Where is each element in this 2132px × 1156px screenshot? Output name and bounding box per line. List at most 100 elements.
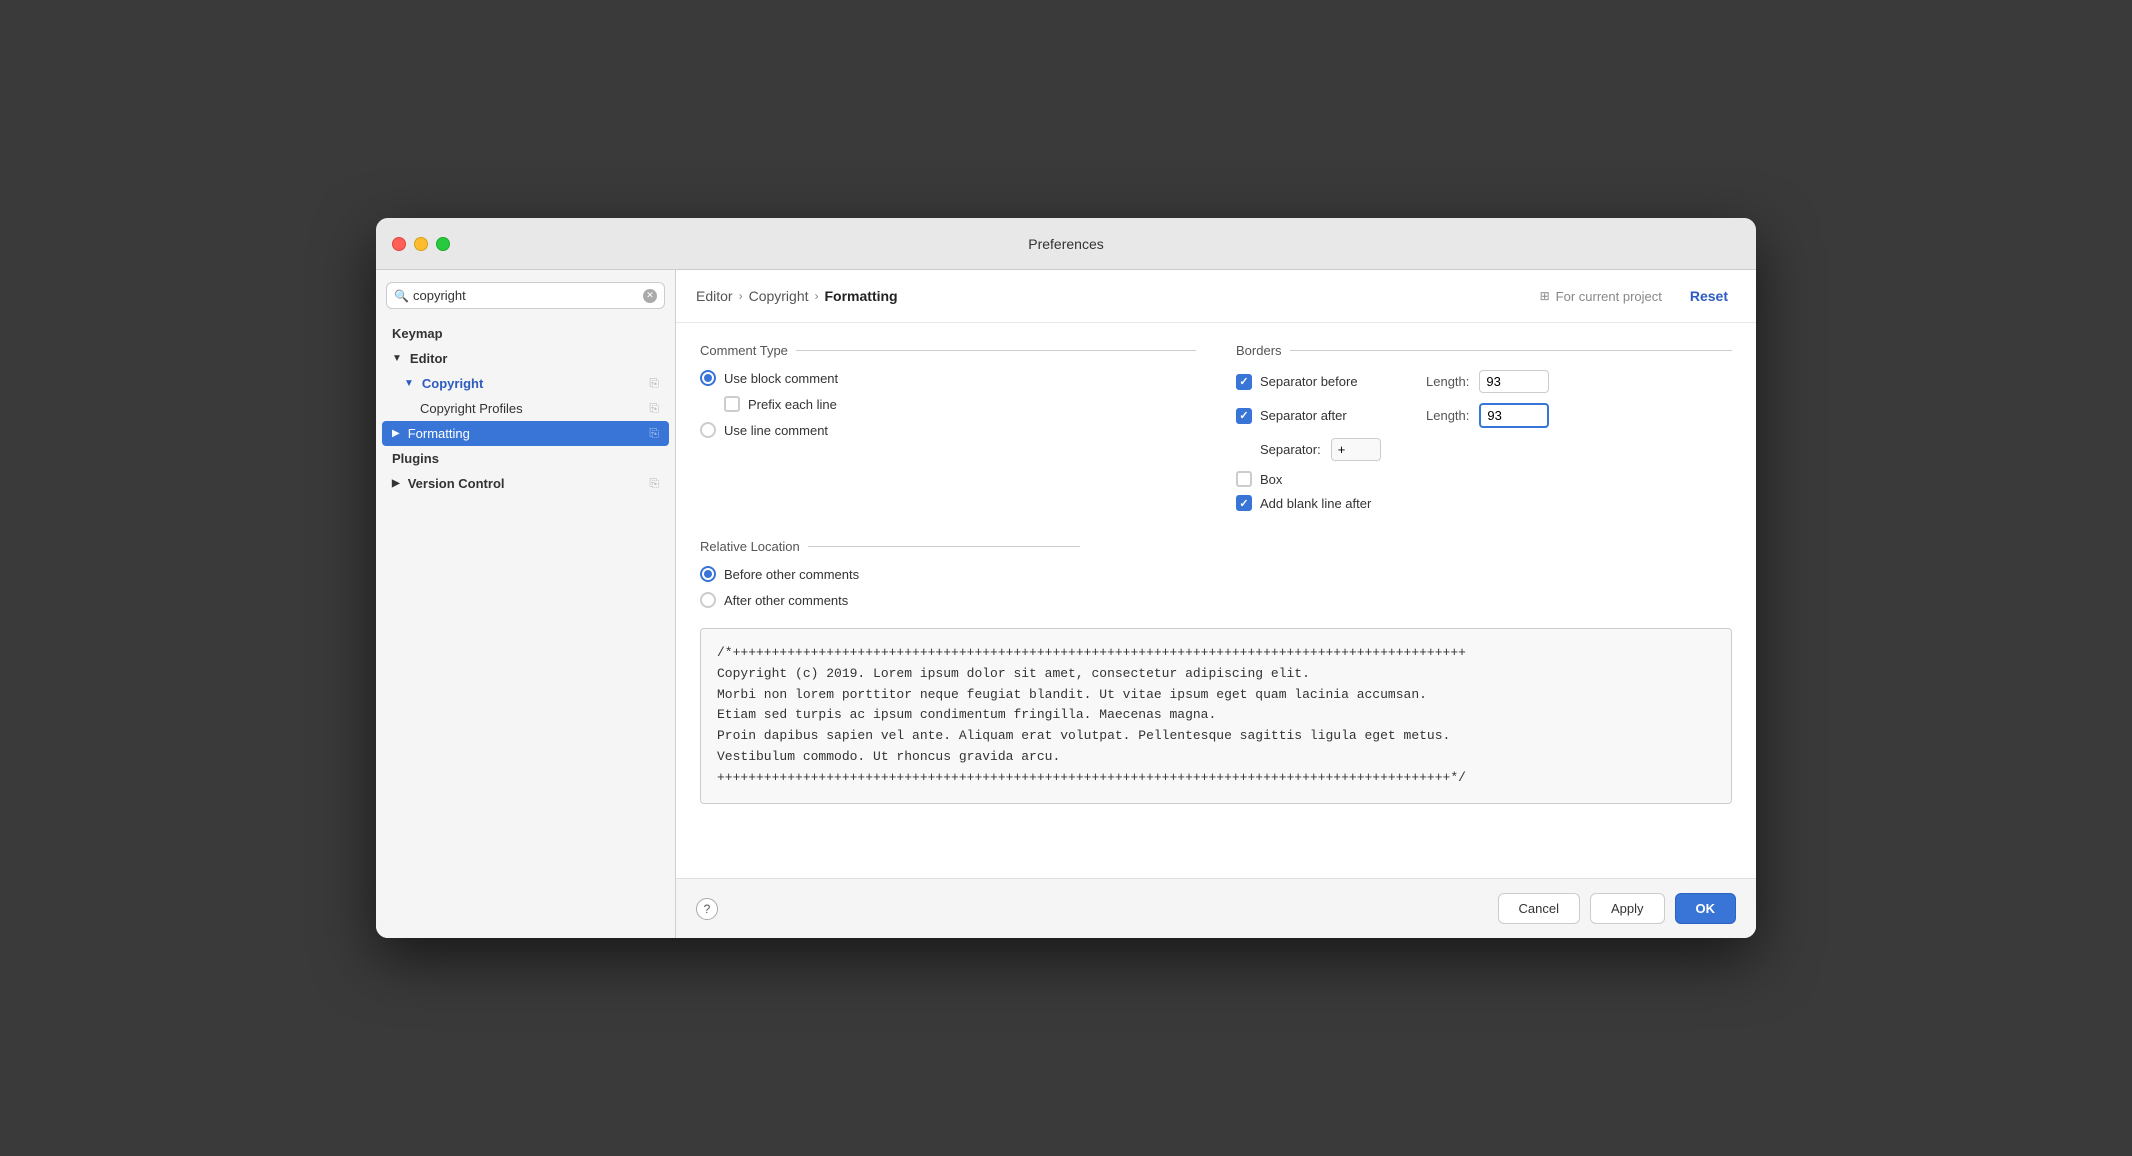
relative-location-radio-group: Before other comments After other commen… [700, 566, 1080, 608]
comment-type-title: Comment Type [700, 343, 1196, 358]
preview-line-6: Vestibulum commodo. Ut rhoncus gravida a… [717, 747, 1715, 768]
separator-char-row: Separator: [1236, 438, 1732, 461]
breadcrumb-bar: Editor › Copyright › Formatting ⊞ For cu… [676, 270, 1756, 323]
separator-after-label: Separator after [1260, 408, 1347, 423]
radio-after-comments[interactable]: After other comments [700, 592, 1080, 608]
search-box: 🔍 ✕ [386, 282, 665, 309]
preferences-window: Preferences 🔍 ✕ Keymap ▼ Editor [376, 218, 1756, 938]
breadcrumb-editor: Editor [696, 288, 733, 304]
ok-button[interactable]: OK [1675, 893, 1737, 924]
main-panel: Editor › Copyright › Formatting ⊞ For cu… [676, 270, 1756, 938]
search-icon: 🔍 [394, 289, 409, 303]
sidebar-item-editor[interactable]: ▼ Editor [376, 346, 675, 371]
relative-location-title: Relative Location [700, 539, 1080, 554]
separator-after-length-input[interactable] [1479, 403, 1549, 428]
box-row: Box [1236, 471, 1732, 487]
footer-actions: Cancel Apply OK [1498, 893, 1737, 924]
project-icon: ⊞ [1540, 289, 1550, 303]
preview-line-1: /*++++++++++++++++++++++++++++++++++++++… [717, 643, 1715, 664]
radio-prefix-label: Prefix each line [748, 397, 837, 412]
titlebar: Preferences [376, 218, 1756, 270]
radio-line-indicator [700, 422, 716, 438]
close-button[interactable] [392, 237, 406, 251]
separator-before-length-input[interactable] [1479, 370, 1549, 393]
sidebar-item-label: Plugins [392, 451, 439, 466]
separator-before-checkbox-label[interactable]: Separator before [1236, 374, 1416, 390]
radio-prefix-line[interactable]: Prefix each line [700, 396, 1196, 412]
blank-line-label: Add blank line after [1260, 496, 1371, 511]
maximize-button[interactable] [436, 237, 450, 251]
comment-type-radio-group: Use block comment Prefix each line Use l… [700, 370, 1196, 438]
radio-after-indicator [700, 592, 716, 608]
sidebar-item-plugins[interactable]: Plugins [376, 446, 675, 471]
sidebar-item-label: Copyright Profiles [420, 401, 523, 416]
panel-body: Comment Type Use block comment Prefix ea… [676, 323, 1756, 878]
settings-row-top: Comment Type Use block comment Prefix ea… [700, 343, 1732, 519]
separator-after-checkbox [1236, 408, 1252, 424]
box-checkbox [1236, 471, 1252, 487]
copy-icon: ⎘ [649, 401, 659, 416]
box-label: Box [1260, 472, 1282, 487]
radio-line-label: Use line comment [724, 423, 828, 438]
sidebar-item-version-control[interactable]: ▶ Version Control ⎘ [376, 471, 675, 496]
minimize-button[interactable] [414, 237, 428, 251]
breadcrumb-formatting: Formatting [825, 288, 898, 304]
separator-before-length-label: Length: [1426, 374, 1469, 389]
relative-location-section: Relative Location Before other comments … [700, 539, 1732, 608]
separator-after-checkbox-label[interactable]: Separator after [1236, 408, 1416, 424]
window-title: Preferences [1028, 236, 1103, 252]
project-label: For current project [1556, 289, 1662, 304]
reset-button[interactable]: Reset [1682, 284, 1736, 308]
breadcrumb-sep-1: › [739, 289, 743, 303]
preview-line-3: Morbi non lorem porttitor neque feugiat … [717, 685, 1715, 706]
radio-before-indicator [700, 566, 716, 582]
radio-before-comments[interactable]: Before other comments [700, 566, 1080, 582]
sidebar-item-label: ▼ Editor [392, 351, 447, 366]
search-input[interactable] [386, 282, 665, 309]
help-button[interactable]: ? [696, 898, 718, 920]
breadcrumb-sep-2: › [815, 289, 819, 303]
separator-before-label: Separator before [1260, 374, 1358, 389]
box-checkbox-label[interactable]: Box [1236, 471, 1732, 487]
sidebar-item-formatting[interactable]: ▶ Formatting ⎘ [382, 421, 669, 446]
blank-line-row: Add blank line after [1236, 495, 1732, 511]
sidebar-item-label: ▶ Version Control [392, 476, 505, 491]
sidebar-item-keymap[interactable]: Keymap [376, 321, 675, 346]
content-area: 🔍 ✕ Keymap ▼ Editor ▼ Copyright [376, 270, 1756, 938]
sidebar-item-label: ▼ Copyright [404, 376, 483, 391]
separator-char-label: Separator: [1260, 442, 1321, 457]
apply-button[interactable]: Apply [1590, 893, 1665, 924]
radio-block-label: Use block comment [724, 371, 838, 386]
preview-line-2: Copyright (c) 2019. Lorem ipsum dolor si… [717, 664, 1715, 685]
copy-icon: ⎘ [649, 426, 659, 441]
radio-block-comment[interactable]: Use block comment [700, 370, 1196, 386]
borders-title: Borders [1236, 343, 1732, 358]
preview-line-7: ++++++++++++++++++++++++++++++++++++++++… [717, 768, 1715, 789]
checkbox-prefix-indicator [724, 396, 740, 412]
arrow-icon: ▶ [392, 478, 400, 489]
project-scope: ⊞ For current project [1540, 289, 1662, 304]
separator-before-row: Separator before Length: [1236, 370, 1732, 393]
relative-location-inner: Relative Location Before other comments … [700, 539, 1080, 608]
blank-line-checkbox-label[interactable]: Add blank line after [1236, 495, 1732, 511]
radio-block-indicator [700, 370, 716, 386]
traffic-lights [392, 237, 450, 251]
separator-char-input[interactable] [1331, 438, 1381, 461]
copy-icon: ⎘ [649, 476, 659, 491]
arrow-icon: ▼ [404, 378, 414, 389]
radio-after-label: After other comments [724, 593, 848, 608]
cancel-button[interactable]: Cancel [1498, 893, 1580, 924]
preview-line-5: Proin dapibus sapien vel ante. Aliquam e… [717, 726, 1715, 747]
comment-type-section: Comment Type Use block comment Prefix ea… [700, 343, 1196, 519]
sidebar-item-copyright-profiles[interactable]: Copyright Profiles ⎘ [376, 396, 675, 421]
copy-icon: ⎘ [649, 376, 659, 391]
search-clear-button[interactable]: ✕ [643, 289, 657, 303]
sidebar-item-label: ▶ Formatting [392, 426, 470, 441]
breadcrumb-copyright: Copyright [749, 288, 809, 304]
preview-area: /*++++++++++++++++++++++++++++++++++++++… [700, 628, 1732, 804]
sidebar-item-copyright[interactable]: ▼ Copyright ⎘ [376, 371, 675, 396]
separator-after-length-label: Length: [1426, 408, 1469, 423]
blank-line-checkbox [1236, 495, 1252, 511]
sidebar: 🔍 ✕ Keymap ▼ Editor ▼ Copyright [376, 270, 676, 938]
radio-line-comment[interactable]: Use line comment [700, 422, 1196, 438]
